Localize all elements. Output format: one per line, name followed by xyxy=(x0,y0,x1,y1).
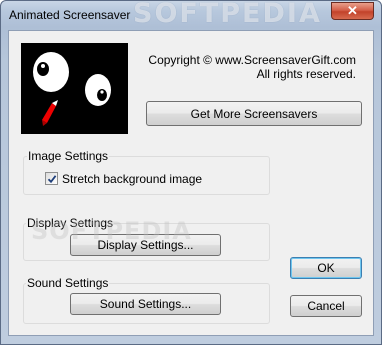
softpedia-watermark: SOFTPEDIA xyxy=(133,0,322,29)
title-bar[interactable]: Animated Screensaver SOFTPEDIA ✕ xyxy=(1,1,381,29)
copyright-text: Copyright © www.ScreensaverGift.com All … xyxy=(139,53,356,81)
close-button[interactable]: ✕ xyxy=(331,2,374,20)
cancel-button[interactable]: Cancel xyxy=(290,295,362,317)
image-settings-label: Image Settings xyxy=(27,149,110,163)
sound-settings-button[interactable]: Sound Settings... xyxy=(70,293,221,315)
rights-line: All rights reserved. xyxy=(256,67,356,81)
sound-settings-label: Sound Settings xyxy=(26,276,110,290)
get-more-screensavers-button[interactable]: Get More Screensavers xyxy=(146,101,362,126)
stretch-checkbox[interactable] xyxy=(45,172,58,185)
cartoon-face-icon xyxy=(21,43,128,134)
body-watermark: SOFTPEDIA xyxy=(31,217,192,245)
checkmark-icon xyxy=(47,174,56,183)
ok-button[interactable]: OK xyxy=(290,257,362,279)
sound-settings-button-label: Sound Settings... xyxy=(99,297,192,311)
close-icon: ✕ xyxy=(347,3,358,18)
stretch-label[interactable]: Stretch background image xyxy=(62,172,202,186)
screensaver-settings-window: Animated Screensaver SOFTPEDIA ✕ Copyrig… xyxy=(0,0,382,345)
copyright-line: Copyright © www.ScreensaverGift.com xyxy=(148,53,356,67)
dialog-body: Copyright © www.ScreensaverGift.com All … xyxy=(8,30,374,336)
window-title: Animated Screensaver xyxy=(9,8,131,22)
